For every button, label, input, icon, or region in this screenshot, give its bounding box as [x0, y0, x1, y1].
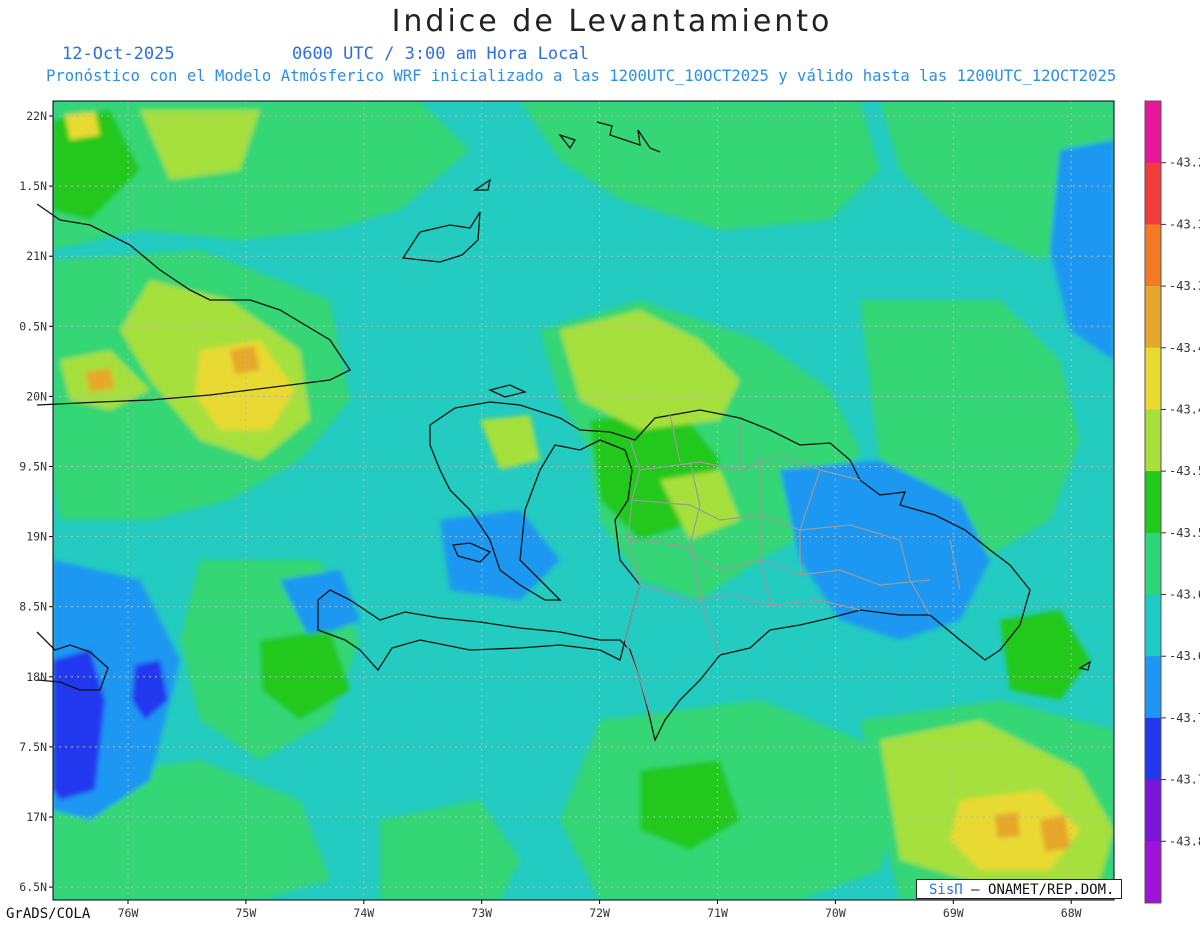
colorbar-swatch	[1145, 347, 1161, 410]
lon-label: 75W	[236, 906, 257, 920]
colorbar-label: -43.4	[1169, 402, 1200, 416]
colorbar-swatch	[1145, 656, 1161, 719]
lat-label: 8.5N	[19, 600, 47, 614]
lat-label: 18N	[26, 670, 47, 684]
colorbar-swatch	[1145, 224, 1161, 287]
colorbar-label: -43.6	[1169, 588, 1200, 602]
lon-label: 70W	[825, 906, 846, 920]
colorbar-swatch	[1145, 594, 1161, 657]
onamet-logo-box: SisΠ – ONAMET/REP.DOM.	[916, 879, 1122, 899]
colorbar-swatch	[1145, 717, 1161, 781]
colorbar-label: -43.5	[1169, 526, 1200, 540]
lat-label: 19N	[26, 530, 47, 544]
lon-label: 76W	[118, 906, 139, 920]
colorbar-swatch	[1145, 532, 1161, 596]
lat-label: 0.5N	[19, 319, 47, 333]
lat-label: 17N	[26, 810, 47, 824]
colorbar-swatch	[1145, 101, 1161, 164]
colorbar-swatch	[1145, 779, 1161, 842]
sis-logo: SisΠ	[929, 882, 963, 898]
colorbar-label: -43.3	[1169, 217, 1200, 231]
weather-map: 22N 1.5N 21N 0.5N 20N 9.5N 19N 8.5N 18N 7.5N 17N 6.…	[19, 100, 1200, 920]
onamet-label: – ONAMET/REP.DOM.	[971, 882, 1115, 898]
colorbar-label: -43.7	[1169, 711, 1200, 725]
lat-label: 9.5N	[19, 460, 47, 474]
lon-label: 74W	[353, 906, 374, 920]
lat-label: 6.5N	[19, 880, 47, 894]
colorbar-label: -43.5	[1169, 464, 1200, 478]
lon-label: 68W	[1061, 906, 1082, 920]
colorbar-swatch	[1145, 841, 1161, 904]
lon-label: 72W	[589, 906, 610, 920]
longitude-axis: 76W 75W 74W 73W 72W 71W 70W 69W 68W	[118, 900, 1082, 920]
colorbar-label: -43.8	[1169, 834, 1200, 848]
lat-label: 21N	[26, 249, 47, 263]
colorbar: -43.2 -43.3 -43.3 -43.4 -43.4 -43.5 -43.5 -43.6…	[1144, 100, 1200, 904]
colorbar-label: -43.2	[1169, 156, 1200, 170]
colorbar-swatch	[1145, 162, 1161, 225]
colorbar-swatch	[1145, 286, 1161, 349]
lon-label: 73W	[471, 906, 492, 920]
colorbar-label: -43.4	[1169, 341, 1200, 355]
lon-label: 69W	[943, 906, 964, 920]
lifted-index-field	[53, 101, 1114, 900]
colorbar-label: -43.6	[1169, 649, 1200, 663]
colorbar-label: -43.3	[1169, 279, 1200, 293]
lat-label: 20N	[26, 389, 47, 403]
grads-credit: GrADS/COLA	[6, 906, 91, 922]
lat-label: 22N	[26, 109, 47, 123]
latitude-axis: 22N 1.5N 21N 0.5N 20N 9.5N 19N 8.5N 18N 7.5N 17N 6.…	[19, 109, 53, 894]
lon-label: 71W	[707, 906, 728, 920]
lat-label: 1.5N	[19, 179, 47, 193]
colorbar-swatch	[1145, 471, 1161, 534]
colorbar-swatch	[1145, 409, 1161, 472]
lat-label: 7.5N	[19, 740, 47, 754]
colorbar-label: -43.7	[1169, 773, 1200, 787]
